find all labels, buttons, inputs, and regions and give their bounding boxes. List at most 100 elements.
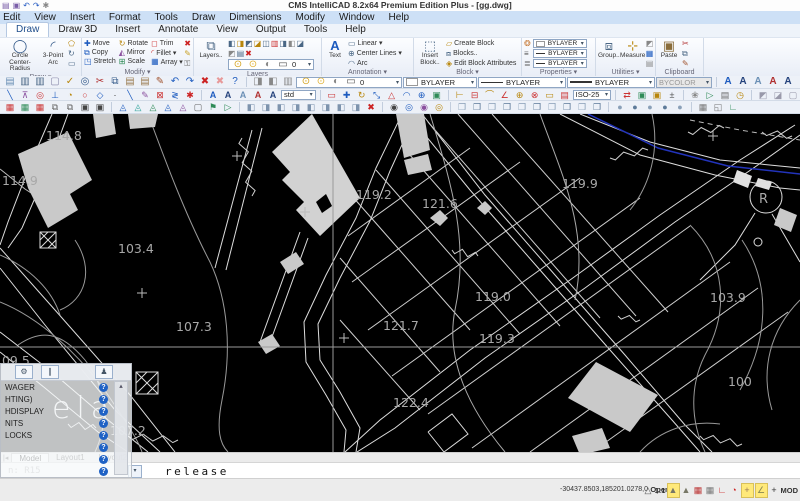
layer-tool-icon[interactable]: ◨ <box>237 39 245 48</box>
standard-toolbar-icon[interactable]: ↷ <box>183 76 197 88</box>
modify-extra-icon[interactable]: ✖ <box>184 39 191 48</box>
standard-toolbar-icon[interactable]: ↶ <box>168 76 182 88</box>
status-toggle-icon[interactable]: △ <box>643 484 654 497</box>
status-toggle-icon[interactable]: ∠ <box>755 483 768 498</box>
render-style-icon[interactable]: ● <box>643 101 657 113</box>
status-toggle-icon[interactable]: 1:1 <box>655 484 666 497</box>
standard-toolbar-icon[interactable]: ▥ <box>33 76 47 88</box>
properties-tool-icon[interactable]: ≡ <box>524 49 531 58</box>
modify-toolbar-icon[interactable]: ↻ <box>355 89 369 101</box>
group-button[interactable]: ⧈ Group.. <box>598 39 620 60</box>
view-tool-icon[interactable]: ◩ <box>756 89 770 101</box>
standard-toolbar-icon[interactable]: ⧉ <box>108 76 122 88</box>
text-tool-icon[interactable]: A <box>251 89 265 101</box>
status-toggle-icon[interactable]: ▦ <box>693 484 704 497</box>
circle-center-radius-button[interactable]: ◯ Circle Center-Radius <box>2 39 38 73</box>
view-control-icon[interactable]: ◬ <box>176 101 190 113</box>
draw-tool-icon[interactable]: ↻ <box>68 49 76 58</box>
layer-state-tool-icon[interactable]: ◧ <box>244 101 258 113</box>
draw-tool-icon[interactable]: ⬠ <box>68 39 76 48</box>
annotation-panel-label[interactable]: Annotation ▾ <box>322 68 413 76</box>
dimension-toolbar-icon[interactable]: ⊕ <box>513 89 527 101</box>
layer-state-tool-icon[interactable]: ◧ <box>334 101 348 113</box>
status-toggle-icon[interactable]: ▲ <box>667 483 680 498</box>
modify-extra-icon[interactable]: ⚿ <box>184 59 191 68</box>
entity-snap-icon[interactable]: ◎ <box>33 89 47 101</box>
entity-snap-icon[interactable]: ≷ <box>168 89 182 101</box>
stretch-button[interactable]: ◳Stretch <box>84 57 116 66</box>
utilities-tool-icon[interactable]: ▦ <box>646 49 654 58</box>
text-style-dropdown[interactable]: std ▾ <box>281 90 316 100</box>
status-toggle-icon[interactable]: ∟ <box>717 484 728 497</box>
clipboard-panel-label[interactable]: Clipboard <box>656 68 703 76</box>
center-lines-button[interactable]: ⊕Center Lines ▾ <box>348 49 402 58</box>
layer-state-tool-icon[interactable]: ◨ <box>259 101 273 113</box>
layer-tool-icon[interactable]: ◫ <box>262 39 270 48</box>
menu-help[interactable]: Help <box>382 11 417 24</box>
modify-extra-icon[interactable]: ✎ <box>184 49 191 58</box>
misc-tool-icon[interactable]: ▷ <box>221 101 235 113</box>
command-input[interactable]: release <box>165 465 229 478</box>
standard-toolbar-icon[interactable]: ▢ <box>48 76 62 88</box>
standard-toolbar-icon[interactable]: ◎ <box>78 76 92 88</box>
create-block-button[interactable]: ▱Create Block <box>446 39 516 48</box>
workspace-mode-label[interactable]: MOD <box>781 484 799 497</box>
block-panel-label[interactable]: Block ▾ <box>414 68 521 76</box>
layer-state-tool-icon[interactable]: ◧ <box>304 101 318 113</box>
visual-style-icon[interactable]: ❒ <box>575 101 589 113</box>
render-style-icon[interactable]: ● <box>673 101 687 113</box>
entity-snap-icon[interactable]: · <box>108 89 122 101</box>
visibility-tool-icon[interactable]: ◎ <box>432 101 446 113</box>
status-toggle-icon[interactable]: + <box>769 484 780 497</box>
entity-snap-icon[interactable]: ◔ <box>63 89 77 101</box>
rotate-button[interactable]: ↻Rotate <box>119 39 148 48</box>
view-control-icon[interactable]: ◬ <box>131 101 145 113</box>
layer-tool-icon[interactable]: ◨ <box>279 39 287 48</box>
layer-toolbar-icon[interactable]: ◨ <box>251 76 265 88</box>
dimension-toolbar-icon[interactable]: ⌒ <box>483 89 497 101</box>
ribbon-tab-help[interactable]: Help <box>336 23 375 37</box>
layer-tool-icon[interactable]: ◪ <box>254 39 262 48</box>
ucs-tool-icon[interactable]: ∟ <box>726 101 740 113</box>
block-tool-icon[interactable]: ▦ <box>33 101 47 113</box>
suggestion-list-item[interactable]: ? <box>1 441 131 453</box>
layer-tool-icon[interactable]: ◩ <box>245 39 253 48</box>
visibility-tool-icon[interactable]: ◉ <box>387 101 401 113</box>
standard-toolbar-icon[interactable]: ✂ <box>93 76 107 88</box>
ribbon-tab-annotate[interactable]: Annotate <box>149 23 207 37</box>
properties-tool-icon[interactable]: ❂ <box>524 39 531 48</box>
standard-toolbar-icon[interactable]: ✖ <box>213 76 227 88</box>
layer-tool-icon[interactable]: ◧ <box>228 39 236 48</box>
color-property-dropdown[interactable]: BYLAYER▾ <box>533 39 587 48</box>
text-style-icon[interactable]: A <box>781 76 795 88</box>
block-tool-icon[interactable]: ▣ <box>78 101 92 113</box>
dim-edit-icon[interactable]: ± <box>665 89 679 101</box>
dim-edit-icon[interactable]: ▣ <box>650 89 664 101</box>
ucs-tool-icon[interactable]: ◱ <box>711 101 725 113</box>
entity-snap-icon[interactable]: ⊥ <box>48 89 62 101</box>
linetype-dropdown[interactable]: BYLAYER ▾ <box>478 77 566 88</box>
visual-style-icon[interactable]: ❒ <box>485 101 499 113</box>
utilities-tool-icon[interactable]: ◩ <box>646 39 654 48</box>
standard-toolbar-icon[interactable]: ▤ <box>123 76 137 88</box>
render-style-icon[interactable]: ● <box>628 101 642 113</box>
render-style-icon[interactable]: ● <box>658 101 672 113</box>
settings-tool-icon[interactable]: ▤ <box>718 89 732 101</box>
status-toggle-icon[interactable]: ▦ <box>705 484 716 497</box>
modify-toolbar-icon[interactable]: ▣ <box>430 89 444 101</box>
lineweight-dropdown[interactable]: BYLAYER ▾ <box>567 77 655 88</box>
layer-tool-icon[interactable]: ▤ <box>237 49 245 58</box>
settings-tool-icon[interactable]: ◷ <box>733 89 747 101</box>
move-button[interactable]: ✚Move <box>84 39 116 48</box>
standard-toolbar-icon[interactable]: ▥ <box>18 76 32 88</box>
dimension-toolbar-icon[interactable]: ⊢ <box>453 89 467 101</box>
suggestion-list-item[interactable]: HTING) ? <box>1 393 131 405</box>
modify-toolbar-icon[interactable]: ◠ <box>400 89 414 101</box>
standard-toolbar-icon[interactable]: ✎ <box>153 76 167 88</box>
modify-toolbar-icon[interactable]: ⊕ <box>415 89 429 101</box>
layer-dropdown[interactable]: ⊙⊙◐▭ 0 ▾ <box>296 77 402 88</box>
properties-tool-icon[interactable]: ≣ <box>524 59 531 68</box>
ribbon-tab-output[interactable]: Output <box>247 23 295 37</box>
block-tool-icon[interactable]: ⧉ <box>63 101 77 113</box>
standard-toolbar-icon[interactable]: ✓ <box>63 76 77 88</box>
